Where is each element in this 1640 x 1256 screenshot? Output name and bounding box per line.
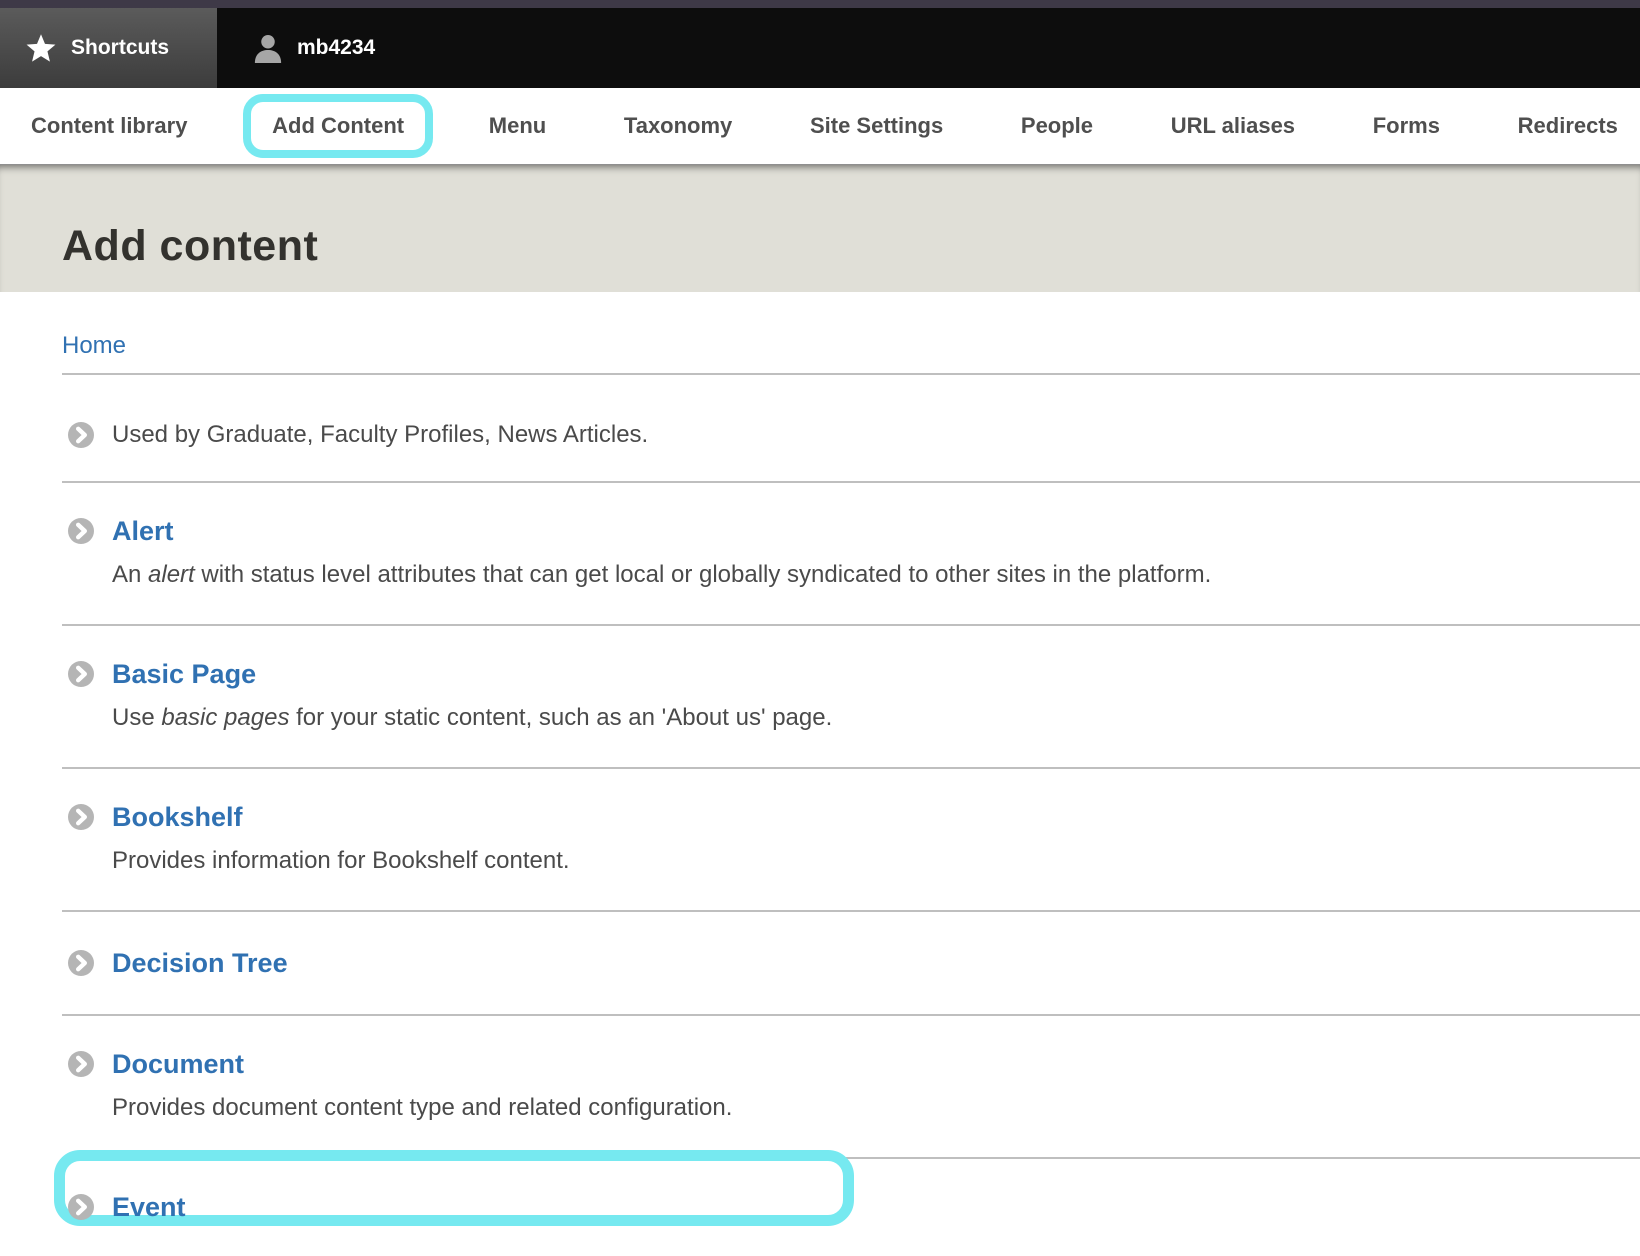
desc-text: with status level attributes that can ge… xyxy=(194,561,1212,588)
add-content-highlight-annotation: Add Content xyxy=(243,94,434,158)
item-description: An alert with status level attributes th… xyxy=(112,560,1640,590)
chevron-right-icon xyxy=(68,661,94,687)
item-description: Provides document content type and relat… xyxy=(112,1093,1640,1123)
page-title: Add content xyxy=(62,222,319,270)
item-description: Provides information for Bookshelf conte… xyxy=(112,846,1640,876)
list-item-decision-tree: Decision Tree xyxy=(62,912,1640,1014)
desc-text: Use xyxy=(112,704,162,731)
content-type-link-document[interactable]: Document xyxy=(112,1049,244,1079)
content-type-link-decision-tree[interactable]: Decision Tree xyxy=(112,948,288,978)
person-icon xyxy=(253,31,283,65)
list-item-bookshelf: Bookshelf Provides information for Books… xyxy=(62,769,1640,910)
list-item-event: Event xyxy=(54,1150,1640,1256)
list-item-document: Document Provides document content type … xyxy=(62,1016,1640,1157)
desc-text: for your static content, such as an 'Abo… xyxy=(289,704,833,731)
tab-redirects[interactable]: Redirects xyxy=(1518,113,1618,139)
tab-add-content[interactable]: Add Content xyxy=(272,113,404,138)
content-type-link-bookshelf[interactable]: Bookshelf xyxy=(112,802,243,832)
list-item-used-by: Used by Graduate, Faculty Profiles, News… xyxy=(62,375,1640,481)
tab-forms[interactable]: Forms xyxy=(1373,113,1440,139)
chevron-right-icon xyxy=(68,1194,94,1220)
item-description: Used by Graduate, Faculty Profiles, News… xyxy=(112,421,649,448)
user-menu-button[interactable]: mb4234 xyxy=(253,8,375,88)
content-type-link-event[interactable]: Event xyxy=(112,1192,186,1222)
page-header-band: Add content xyxy=(0,165,1640,292)
tab-site-settings[interactable]: Site Settings xyxy=(810,113,943,139)
list-item-alert: Alert An alert with status level attribu… xyxy=(62,483,1640,624)
chevron-right-icon xyxy=(68,950,94,976)
chevron-right-icon xyxy=(68,804,94,830)
content-type-link-alert[interactable]: Alert xyxy=(112,516,174,546)
desc-text: Provides information for Bookshelf conte… xyxy=(112,847,570,874)
tab-taxonomy[interactable]: Taxonomy xyxy=(624,113,732,139)
top-bar: Shortcuts mb4234 xyxy=(0,8,1640,88)
chevron-right-icon xyxy=(68,1051,94,1077)
content-area: Home Used by Graduate, Faculty Profiles,… xyxy=(0,332,1640,1256)
admin-tab-bar: Content library Add Content Menu Taxonom… xyxy=(0,88,1640,165)
username-label: mb4234 xyxy=(297,36,376,59)
content-type-link-basic-page[interactable]: Basic Page xyxy=(112,659,256,689)
admin-toolbar-strip xyxy=(0,0,1640,8)
tab-people[interactable]: People xyxy=(1021,113,1093,139)
tab-url-aliases[interactable]: URL aliases xyxy=(1171,113,1295,139)
shortcuts-label: Shortcuts xyxy=(71,36,170,59)
star-icon xyxy=(24,32,58,65)
chevron-right-icon xyxy=(68,518,94,544)
chevron-right-icon xyxy=(68,422,94,448)
list-item-basic-page: Basic Page Use basic pages for your stat… xyxy=(62,626,1640,767)
tab-menu[interactable]: Menu xyxy=(489,113,546,139)
desc-italic-text: alert xyxy=(148,561,195,588)
desc-italic-text: basic pages xyxy=(161,704,290,731)
breadcrumb: Home xyxy=(62,332,1640,360)
tab-content-library[interactable]: Content library xyxy=(31,113,187,139)
desc-text: Provides document content type and relat… xyxy=(112,1094,733,1121)
breadcrumb-home-link[interactable]: Home xyxy=(62,332,126,359)
item-description: Use basic pages for your static content,… xyxy=(112,703,1640,733)
desc-text: An xyxy=(112,561,149,588)
shortcuts-button[interactable]: Shortcuts xyxy=(0,8,217,88)
